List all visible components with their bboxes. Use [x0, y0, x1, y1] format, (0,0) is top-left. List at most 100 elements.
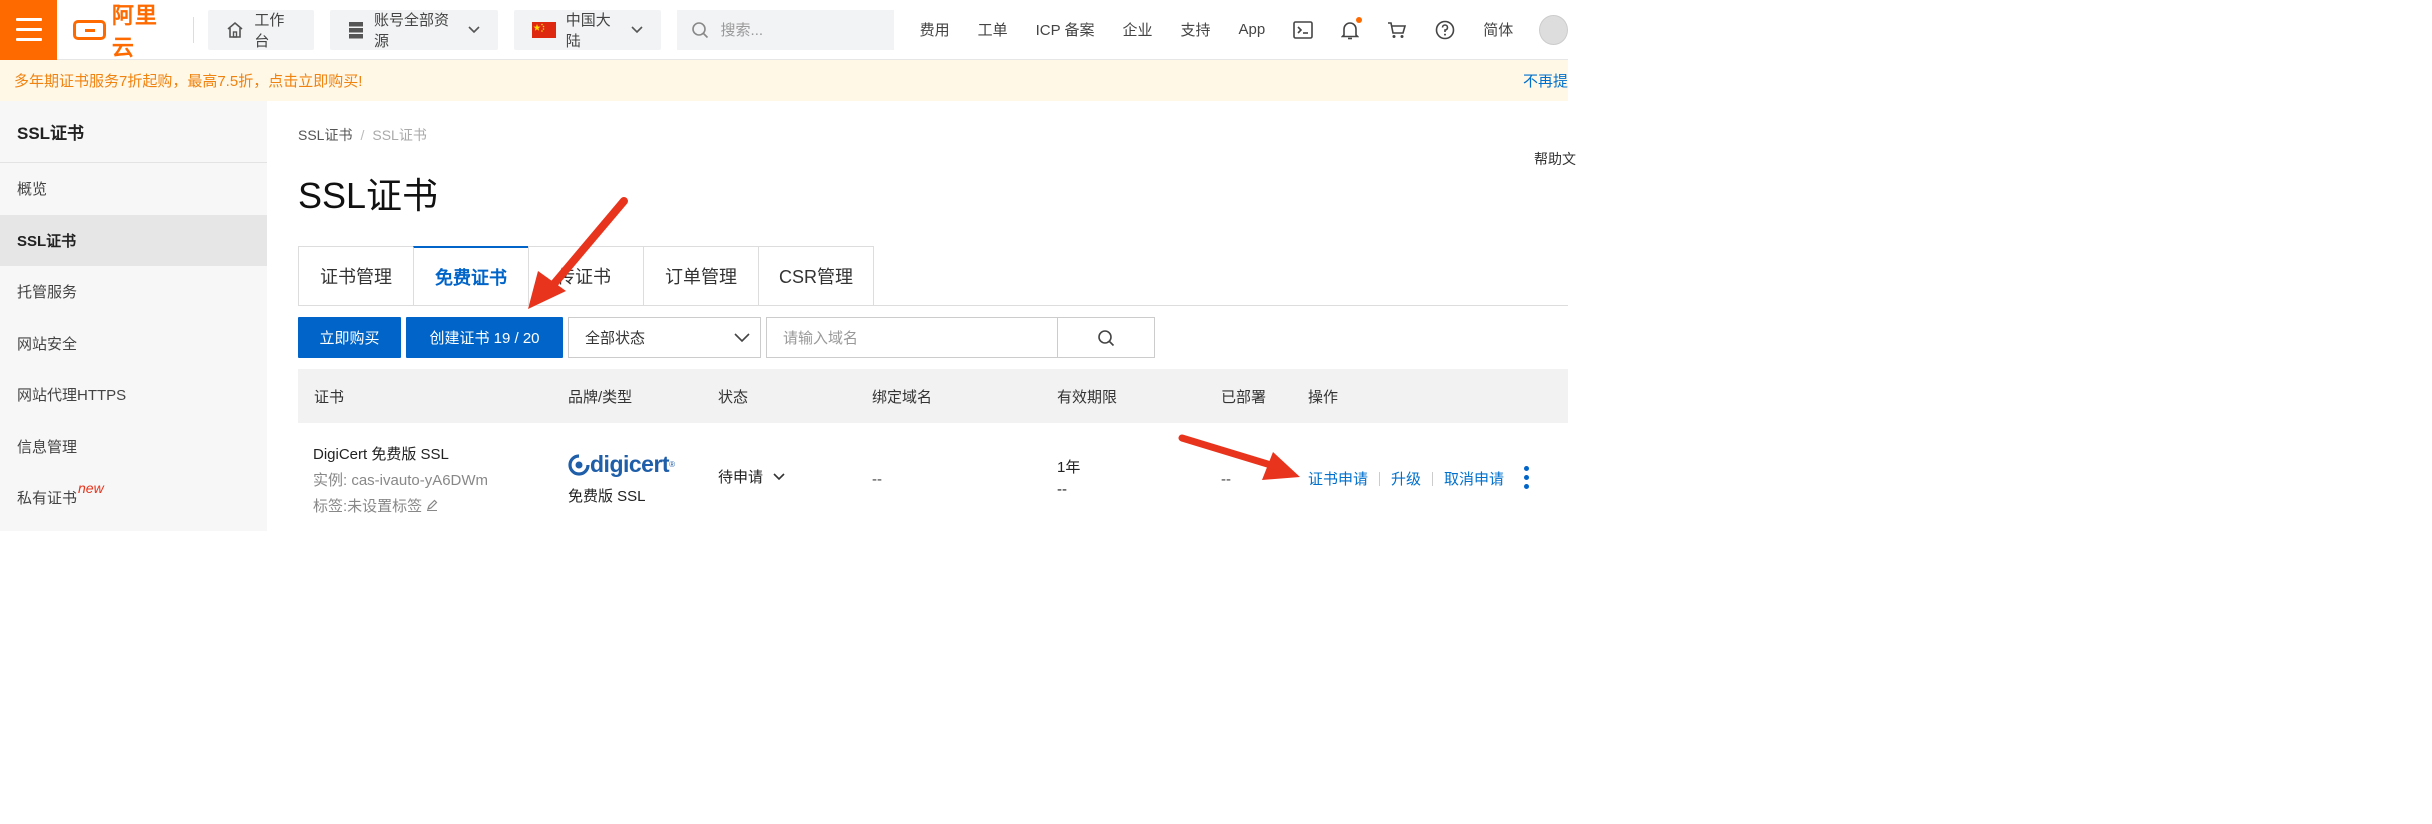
- help-docs-link[interactable]: 帮助文: [1534, 149, 1576, 169]
- search-placeholder: 搜索...: [720, 22, 764, 39]
- digicert-wordmark: digicert: [590, 451, 670, 477]
- help-icon[interactable]: [1435, 20, 1455, 40]
- status-select[interactable]: 全部状态: [568, 317, 761, 358]
- workbench-label: 工作台: [254, 11, 285, 50]
- sidebar-item-private-cert[interactable]: 私有证书 new: [0, 472, 267, 524]
- validity-period: 1年 --: [1057, 457, 1080, 501]
- cert-name: DigiCert 免费版 SSL: [313, 446, 449, 463]
- status-dropdown[interactable]: 待申请: [718, 466, 785, 487]
- brand-name: 阿里云: [111, 2, 158, 60]
- promo-text[interactable]: 多年期证书服务7折起购，最高7.5折，点击立即购买!: [14, 70, 362, 91]
- cert-tag[interactable]: 标签:未设置标签: [313, 495, 438, 516]
- aliyun-logo[interactable]: 阿里云: [73, 0, 177, 62]
- sidebar-item-label: 托管服务: [17, 284, 78, 302]
- language-switch[interactable]: 简体: [1483, 19, 1513, 40]
- cart-icon[interactable]: [1387, 21, 1407, 39]
- validity-sub: --: [1057, 481, 1067, 498]
- nav-icp[interactable]: ICP 备案: [1036, 19, 1095, 40]
- dismiss-banner-link[interactable]: 不再提: [1523, 70, 1568, 91]
- sidebar-item-proxy-https[interactable]: 网站代理HTTPS: [0, 369, 267, 421]
- sidebar-item-site-security[interactable]: 网站安全: [0, 318, 267, 370]
- more-actions-icon[interactable]: [1524, 466, 1529, 489]
- sidebar-item-label: 信息管理: [17, 438, 78, 456]
- home-icon: [227, 21, 243, 38]
- tab-csr[interactable]: CSR管理: [758, 246, 874, 306]
- divider: [193, 16, 195, 43]
- sidebar-item-label: SSL证书: [17, 232, 77, 250]
- china-flag-icon: [531, 21, 556, 38]
- create-cert-button[interactable]: 创建证书 19 / 20: [406, 317, 563, 358]
- terminal-icon[interactable]: [1293, 20, 1314, 39]
- new-badge: new: [78, 479, 104, 496]
- notification-dot: [1356, 16, 1363, 23]
- table-header: 证书 品牌/类型 状态 绑定域名 有效期限 已部署 操作: [298, 369, 1568, 423]
- avatar[interactable]: [1539, 14, 1568, 45]
- tab-divider: [298, 305, 1568, 306]
- bell-icon[interactable]: [1341, 16, 1363, 40]
- global-search-input[interactable]: 搜索...: [676, 9, 894, 50]
- nav-enterprise[interactable]: 企业: [1123, 19, 1153, 40]
- toolbar: 立即购买 创建证书 19 / 20 全部状态 请输入域名: [298, 317, 1155, 358]
- search-icon: [691, 21, 708, 38]
- tabs: 证书管理 免费证书 传证书 订单管理 CSR管理: [298, 246, 874, 306]
- status-select-value: 全部状态: [585, 330, 646, 347]
- action-divider: [1379, 471, 1381, 486]
- cert-instance-id[interactable]: 实例: cas-ivauto-yA6DWm: [313, 469, 488, 490]
- sidebar-item-ssl[interactable]: SSL证书: [0, 214, 267, 266]
- tab-orders[interactable]: 订单管理: [643, 246, 759, 306]
- upgrade-link[interactable]: 升级: [1391, 468, 1421, 489]
- promo-banner: 多年期证书服务7折起购，最高7.5折，点击立即购买! 不再提: [0, 60, 1568, 101]
- deployed-status: --: [1221, 471, 1231, 488]
- column-header: 绑定域名: [872, 389, 933, 406]
- chevron-down-icon: [773, 472, 785, 480]
- nav-support[interactable]: 支持: [1181, 19, 1211, 40]
- top-navbar: 阿里云 工作台 账号全部资源 中国大陆 搜索... 费用 工单 ICP 备案 企…: [0, 0, 1568, 60]
- nav-tickets[interactable]: 工单: [978, 19, 1008, 40]
- nav-app[interactable]: App: [1239, 21, 1266, 38]
- aliyun-logo-mark: [73, 19, 106, 40]
- main-content: SSL证书 / SSL证书 帮助文 SSL证书 证书管理 免费证书 传证书 订单管理…: [267, 101, 1576, 531]
- bound-domain: --: [872, 471, 882, 488]
- column-header: 有效期限: [1057, 389, 1118, 406]
- sidebar-item-label: 网站代理HTTPS: [17, 387, 127, 405]
- region-dropdown[interactable]: 中国大陆: [513, 9, 661, 50]
- sidebar-item-info[interactable]: 信息管理: [0, 421, 267, 473]
- breadcrumb-current: SSL证书: [372, 127, 427, 143]
- brand-type: 免费版 SSL: [568, 488, 646, 505]
- column-header: 品牌/类型: [568, 389, 633, 406]
- workbench-button[interactable]: 工作台: [208, 9, 315, 50]
- resources-dropdown[interactable]: 账号全部资源: [330, 9, 498, 50]
- sidebar-item-overview[interactable]: 概览: [0, 163, 267, 215]
- domain-search-button[interactable]: [1058, 317, 1155, 358]
- apply-cert-link[interactable]: 证书申请: [1308, 468, 1368, 489]
- chevron-down-icon: [734, 332, 750, 342]
- nav-billing[interactable]: 费用: [920, 19, 950, 40]
- sidebar-item-managed[interactable]: 托管服务: [0, 266, 267, 318]
- tab-upload-cert[interactable]: 传证书: [528, 246, 644, 306]
- sidebar-item-label: 概览: [17, 181, 48, 199]
- search-icon: [1098, 329, 1115, 346]
- digicert-logo-mark: [568, 453, 590, 476]
- edit-icon[interactable]: [426, 499, 438, 511]
- breadcrumb-item[interactable]: SSL证书: [298, 127, 352, 143]
- tab-free-cert[interactable]: 免费证书: [413, 246, 529, 306]
- tab-label: 传证书: [557, 267, 611, 287]
- column-header: 操作: [1308, 389, 1339, 406]
- cancel-apply-link[interactable]: 取消申请: [1444, 468, 1504, 489]
- cert-tag-text: 标签:未设置标签: [313, 498, 423, 515]
- validity-value: 1年: [1057, 459, 1081, 476]
- action-divider: [1432, 471, 1434, 486]
- server-icon: [349, 21, 364, 38]
- tab-cert-management[interactable]: 证书管理: [298, 246, 414, 306]
- table-row: DigiCert 免费版 SSL 实例: cas-ivauto-yA6DWm 标…: [298, 423, 1568, 531]
- column-header: 已部署: [1221, 389, 1267, 406]
- hamburger-menu-button[interactable]: [0, 0, 58, 60]
- chevron-down-icon: [468, 25, 480, 33]
- buy-now-button[interactable]: 立即购买: [298, 317, 401, 358]
- digicert-logo: digicert ®: [568, 451, 675, 478]
- column-header: 证书: [314, 389, 345, 406]
- page-title: SSL证书: [298, 175, 439, 216]
- sidebar-item-label: 网站安全: [17, 335, 78, 353]
- row-actions: 证书申请 升级 取消申请: [1308, 468, 1504, 489]
- domain-search-input[interactable]: 请输入域名: [766, 317, 1058, 358]
